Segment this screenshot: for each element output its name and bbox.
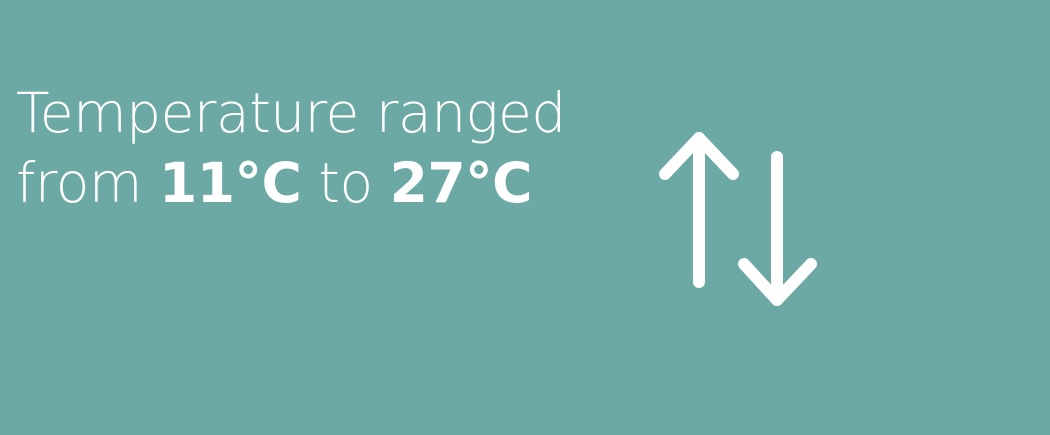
to-word: to <box>318 151 373 215</box>
headline-line-1: Temperature ranged <box>16 81 566 145</box>
temperature-range-text: Temperature ranged from 11°C to 27°C <box>16 78 636 218</box>
down-arrow-icon <box>738 151 817 306</box>
max-temperature-value: 27°C <box>389 151 533 215</box>
temperature-range-card: Temperature ranged from 11°C to 27°C <box>0 0 1050 435</box>
up-arrow-icon <box>659 132 739 288</box>
headline-line-2: from 11°C to 27°C <box>16 148 636 218</box>
min-temperature-value: 11°C <box>158 151 302 215</box>
from-word: from <box>16 151 143 215</box>
up-down-arrows-icon <box>652 122 832 317</box>
